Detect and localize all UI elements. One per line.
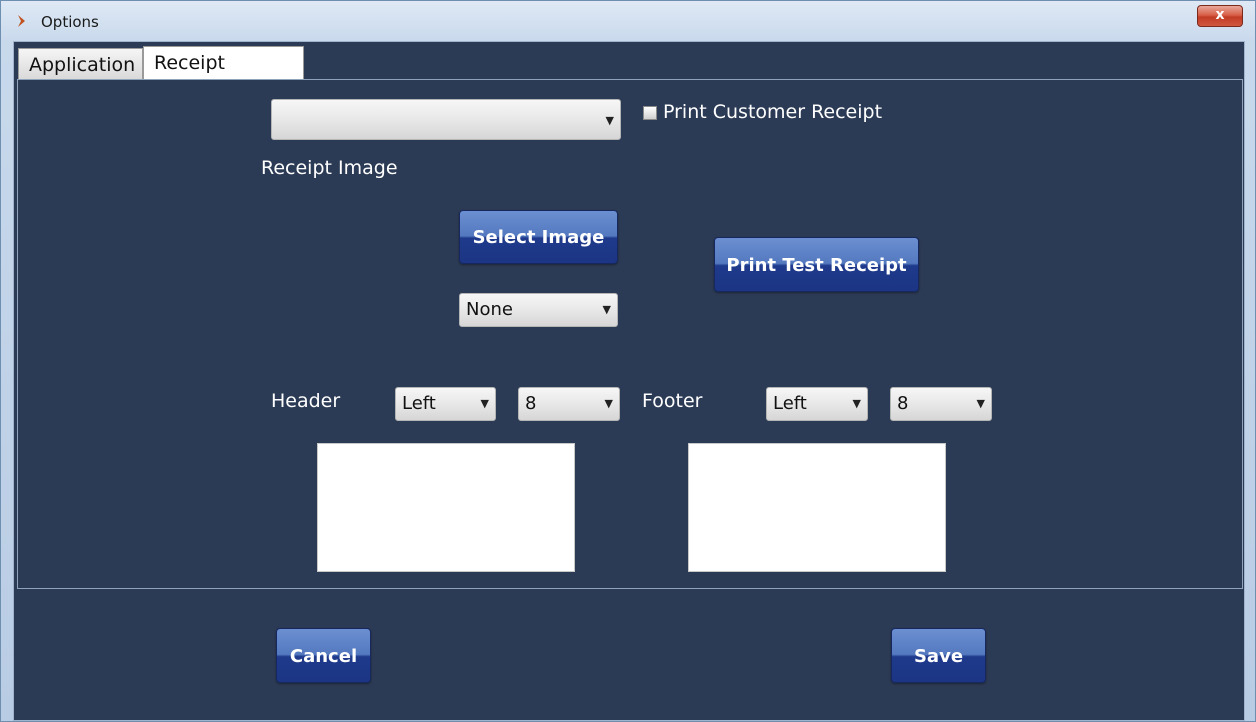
chevron-down-icon: ▼ xyxy=(480,397,489,410)
chevron-down-icon: ▼ xyxy=(604,397,613,410)
app-chevron-icon xyxy=(18,15,25,27)
receipt-image-label: Receipt Image xyxy=(261,157,398,179)
header-text-area[interactable] xyxy=(317,443,575,572)
print-customer-receipt-checkbox[interactable] xyxy=(643,106,657,120)
printer-select[interactable]: ▼ xyxy=(271,99,621,140)
print-customer-receipt-label: Print Customer Receipt xyxy=(663,101,883,123)
chevron-down-icon: ▼ xyxy=(976,397,985,410)
footer-font-size-select[interactable]: 8 ▼ xyxy=(890,387,992,421)
footer-font-size-value: 8 xyxy=(897,393,909,414)
select-image-button[interactable]: Select Image xyxy=(459,210,618,264)
chevron-down-icon: ▼ xyxy=(605,114,614,127)
options-window: Options x Application Receipt Printer ▼ … xyxy=(0,0,1256,722)
footer-label: Footer xyxy=(642,390,703,412)
cancel-button[interactable]: Cancel xyxy=(276,628,371,683)
client-area: Application Receipt Printer ▼ Print Cust… xyxy=(13,41,1245,721)
chevron-down-icon: ▼ xyxy=(602,303,611,316)
chevron-down-icon: ▼ xyxy=(852,397,861,410)
receipt-image-select-value: None xyxy=(466,299,513,320)
header-label: Header xyxy=(271,390,341,412)
header-alignment-value: Left xyxy=(402,393,436,414)
header-font-size-value: 8 xyxy=(525,393,537,414)
title-bar[interactable]: Options x xyxy=(1,1,1255,41)
close-button[interactable]: x xyxy=(1197,5,1243,27)
save-button[interactable]: Save xyxy=(891,628,986,683)
receipt-image-select[interactable]: None ▼ xyxy=(459,293,618,327)
footer-alignment-select[interactable]: Left ▼ xyxy=(766,387,868,421)
window-title: Options xyxy=(41,13,99,31)
print-test-receipt-button[interactable]: Print Test Receipt xyxy=(714,237,919,292)
receipt-printer-panel: ▼ Print Customer Receipt Receipt Image S… xyxy=(17,79,1243,589)
header-alignment-select[interactable]: Left ▼ xyxy=(395,387,496,421)
footer-alignment-value: Left xyxy=(773,393,807,414)
tab-application[interactable]: Application xyxy=(18,48,143,80)
tab-receipt-printer[interactable]: Receipt Printer xyxy=(143,46,304,106)
footer-text-area[interactable] xyxy=(688,443,946,572)
header-font-size-select[interactable]: 8 ▼ xyxy=(518,387,620,421)
